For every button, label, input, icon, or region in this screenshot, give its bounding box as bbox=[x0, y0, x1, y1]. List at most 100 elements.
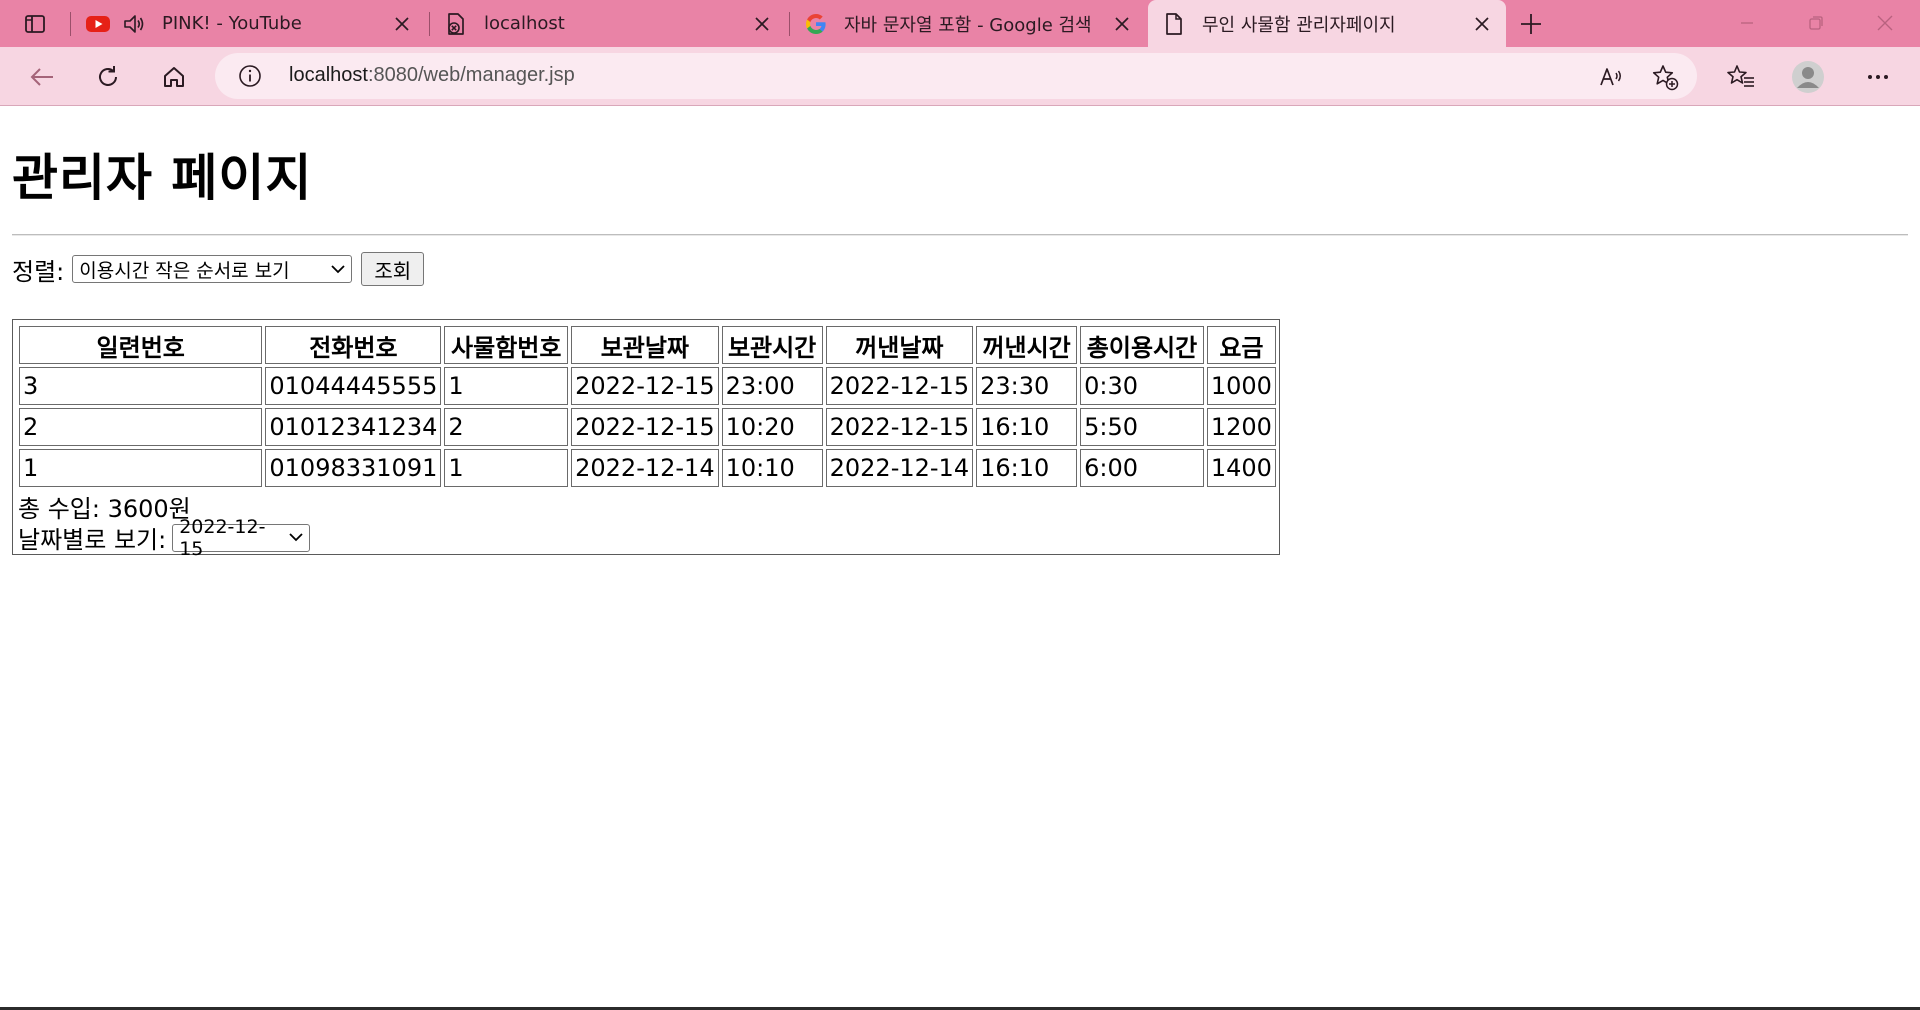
url-text[interactable]: localhost:8080/web/manager.jsp bbox=[289, 64, 575, 87]
table-cell: 16:10 bbox=[976, 449, 1078, 487]
table-cell: 1200 bbox=[1206, 408, 1276, 446]
page-content: 관리자 페이지 정렬: 이용시간 작은 순서로 보기 조회 일련번호 전화번호 … bbox=[0, 107, 1920, 1010]
date-filter: 날짜별로 보기: 2022-12-15 bbox=[18, 516, 311, 560]
table-cell: 1 bbox=[444, 449, 569, 487]
minimize-button[interactable] bbox=[1724, 8, 1770, 38]
table-cell: 01044445555 bbox=[265, 367, 442, 405]
table-cell: 6:00 bbox=[1080, 449, 1204, 487]
restore-button[interactable] bbox=[1793, 8, 1839, 38]
avatar-icon bbox=[1792, 61, 1824, 93]
table-cell: 23:30 bbox=[976, 367, 1078, 405]
tab-manager-page[interactable]: 무인 사물함 관리자페이지 bbox=[1148, 0, 1506, 47]
column-header: 보관날짜 bbox=[571, 326, 719, 364]
table-cell: 2022-12-15 bbox=[571, 408, 719, 446]
tab-title: 자바 문자열 포함 - Google 검색 bbox=[844, 14, 1092, 36]
column-header: 꺼낸시간 bbox=[976, 326, 1078, 364]
tab-google-search[interactable]: 자바 문자열 포함 - Google 검색 bbox=[804, 0, 1146, 47]
table-cell: 2022-12-14 bbox=[571, 449, 719, 487]
table-cell: 3 bbox=[19, 367, 263, 405]
refresh-icon bbox=[99, 66, 117, 86]
home-button[interactable] bbox=[155, 58, 193, 96]
tab-localhost[interactable]: localhost bbox=[444, 0, 786, 47]
speaker-icon[interactable] bbox=[122, 12, 146, 36]
query-button[interactable]: 조회 bbox=[361, 252, 425, 286]
tab-strip: PINK! - YouTube localhost 자바 문자열 포함 - Go… bbox=[0, 0, 1920, 47]
page-error-icon bbox=[444, 12, 468, 36]
records-table-container: 일련번호 전화번호 사물함번호 보관날짜 보관시간 꺼낸날짜 꺼낸시간 총이용시… bbox=[12, 319, 1280, 560]
chevron-down-icon bbox=[331, 262, 345, 276]
table-cell: 1 bbox=[444, 367, 569, 405]
more-icon bbox=[1868, 75, 1888, 79]
table-row: 3 01044445555 1 2022-12-15 23:00 2022-12… bbox=[19, 367, 1276, 405]
tab-separator bbox=[70, 12, 71, 36]
close-icon[interactable] bbox=[390, 12, 414, 36]
table-cell: 1000 bbox=[1206, 367, 1276, 405]
youtube-icon bbox=[86, 12, 110, 36]
tab-separator bbox=[429, 12, 430, 36]
read-aloud-icon[interactable] bbox=[1597, 63, 1625, 91]
close-icon[interactable] bbox=[1470, 12, 1494, 36]
table-cell: 16:10 bbox=[976, 408, 1078, 446]
table-cell: 01098331091 bbox=[265, 449, 442, 487]
column-header: 일련번호 bbox=[19, 326, 263, 364]
settings-menu-button[interactable] bbox=[1859, 58, 1897, 96]
google-icon bbox=[804, 12, 828, 36]
back-button[interactable] bbox=[23, 58, 61, 96]
favorites-list-icon bbox=[1727, 65, 1754, 87]
sort-controls: 정렬: 이용시간 작은 순서로 보기 조회 bbox=[12, 252, 425, 286]
window-close-button[interactable] bbox=[1862, 8, 1908, 38]
table-cell: 2022-12-14 bbox=[825, 449, 974, 487]
minimize-icon bbox=[1741, 22, 1753, 24]
column-header: 사물함번호 bbox=[444, 326, 569, 364]
table-cell: 2022-12-15 bbox=[571, 367, 719, 405]
table-cell: 0:30 bbox=[1080, 367, 1204, 405]
sort-select[interactable]: 이용시간 작은 순서로 보기 bbox=[72, 255, 353, 283]
table-cell: 2 bbox=[19, 408, 263, 446]
table-header-row: 일련번호 전화번호 사물함번호 보관날짜 보관시간 꺼낸날짜 꺼낸시간 총이용시… bbox=[19, 326, 1276, 364]
tab-title: PINK! - YouTube bbox=[162, 13, 302, 34]
address-bar[interactable]: localhost:8080/web/manager.jsp bbox=[215, 53, 1697, 99]
browser-toolbar: localhost:8080/web/manager.jsp bbox=[0, 47, 1920, 106]
table-row: 2 01012341234 2 2022-12-15 10:20 2022-12… bbox=[19, 408, 1276, 446]
table-cell: 1400 bbox=[1206, 449, 1276, 487]
total-income: 총 수입: 3600원 bbox=[18, 495, 191, 523]
column-header: 전화번호 bbox=[265, 326, 442, 364]
tab-title: 무인 사물함 관리자페이지 bbox=[1202, 14, 1396, 36]
table-cell: 10:10 bbox=[721, 449, 823, 487]
restore-icon bbox=[1809, 16, 1823, 30]
date-selected-value: 2022-12-15 bbox=[179, 515, 266, 560]
records-table: 일련번호 전화번호 사물함번호 보관날짜 보관시간 꺼낸날짜 꺼낸시간 총이용시… bbox=[16, 323, 1279, 490]
date-filter-label: 날짜별로 보기: bbox=[18, 526, 167, 554]
column-header: 요금 bbox=[1206, 326, 1276, 364]
tab-youtube[interactable]: PINK! - YouTube bbox=[86, 0, 426, 47]
close-icon[interactable] bbox=[750, 12, 774, 36]
home-icon bbox=[164, 67, 184, 87]
plus-icon bbox=[1521, 14, 1541, 34]
date-select[interactable]: 2022-12-15 bbox=[172, 516, 311, 560]
new-tab-button[interactable] bbox=[1516, 9, 1546, 39]
column-header: 총이용시간 bbox=[1080, 326, 1204, 364]
profile-button[interactable] bbox=[1789, 58, 1827, 96]
add-favorite-icon[interactable] bbox=[1651, 63, 1679, 91]
column-header: 꺼낸날짜 bbox=[825, 326, 974, 364]
tab-separator bbox=[789, 12, 790, 36]
column-header: 보관시간 bbox=[721, 326, 823, 364]
refresh-button[interactable] bbox=[89, 58, 127, 96]
back-arrow-icon bbox=[30, 68, 53, 86]
chevron-down-icon bbox=[289, 531, 303, 545]
table-cell: 2022-12-15 bbox=[825, 408, 974, 446]
divider bbox=[12, 234, 1908, 236]
tab-title: localhost bbox=[484, 13, 565, 34]
site-info-icon[interactable] bbox=[237, 63, 263, 89]
close-icon bbox=[1877, 15, 1893, 31]
table-cell: 2022-12-15 bbox=[825, 367, 974, 405]
table-cell: 5:50 bbox=[1080, 408, 1204, 446]
document-icon bbox=[1162, 12, 1186, 36]
page-title: 관리자 페이지 bbox=[12, 149, 313, 207]
favorites-button[interactable] bbox=[1722, 58, 1760, 96]
url-path: :8080/web/manager.jsp bbox=[367, 64, 575, 86]
tab-actions-button[interactable] bbox=[16, 9, 54, 39]
table-cell: 01012341234 bbox=[265, 408, 442, 446]
close-icon[interactable] bbox=[1110, 12, 1134, 36]
table-cell: 2 bbox=[444, 408, 569, 446]
